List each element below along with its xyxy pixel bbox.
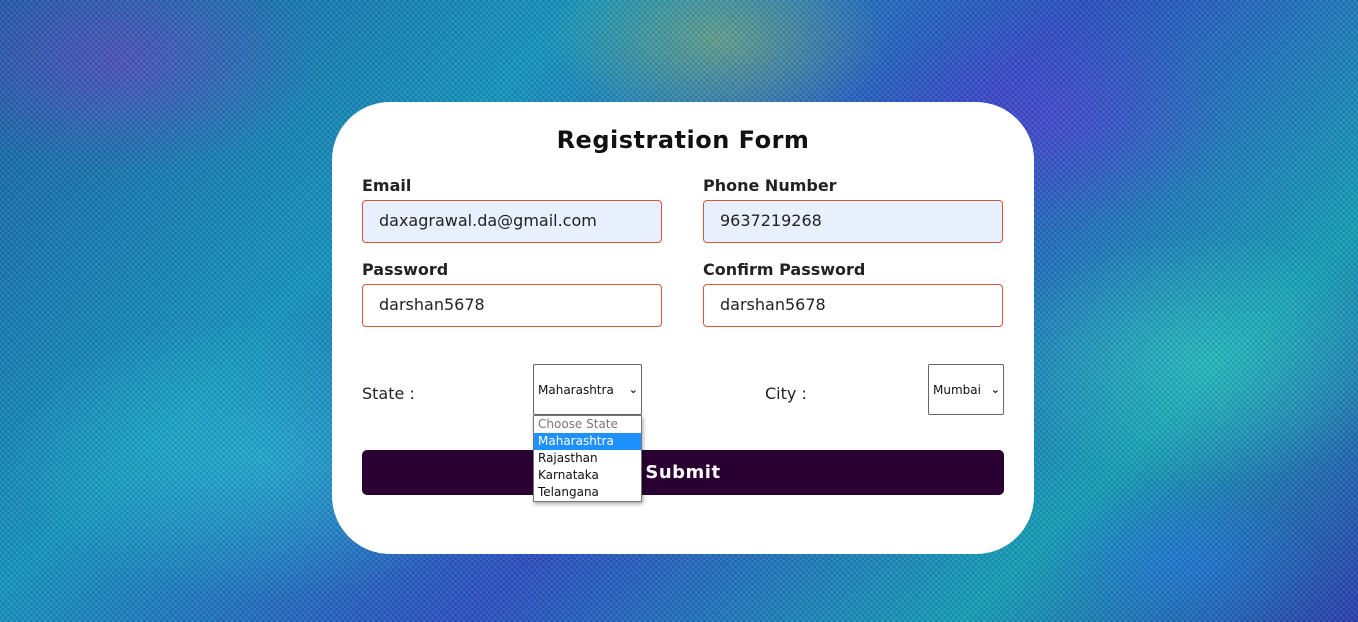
confirm-password-field[interactable]: darshan5678 [703, 284, 1003, 327]
password-label: Password [362, 260, 449, 279]
state-option[interactable]: Karnataka [534, 467, 641, 484]
state-option[interactable]: Choose State [534, 416, 641, 433]
state-select[interactable]: Maharashtra ⌄ [533, 364, 642, 415]
phone-field[interactable]: 9637219268 [703, 200, 1003, 243]
email-field[interactable]: daxagrawal.da@gmail.com [362, 200, 662, 243]
state-option[interactable]: Rajasthan [534, 450, 641, 467]
city-label: City : [765, 384, 807, 403]
city-select[interactable]: Mumbai ⌄ [928, 364, 1004, 415]
form-title: Registration Form [556, 126, 810, 154]
state-label: State : [362, 384, 415, 403]
phone-label: Phone Number [703, 176, 837, 195]
state-dropdown-list[interactable]: Choose State Maharashtra Rajasthan Karna… [533, 415, 642, 502]
city-selected-value: Mumbai [933, 382, 981, 397]
state-selected-value: Maharashtra [538, 382, 614, 397]
registration-form-card: Registration Form Email daxagrawal.da@gm… [332, 102, 1034, 554]
submit-button[interactable]: Submit [362, 450, 1004, 495]
email-label: Email [362, 176, 412, 195]
state-option[interactable]: Maharashtra [534, 433, 641, 450]
password-field[interactable]: darshan5678 [362, 284, 662, 327]
confirm-password-label: Confirm Password [703, 260, 866, 279]
chevron-down-icon: ⌄ [990, 383, 1000, 396]
state-option[interactable]: Telangana [534, 484, 641, 501]
chevron-down-icon: ⌄ [628, 383, 638, 396]
